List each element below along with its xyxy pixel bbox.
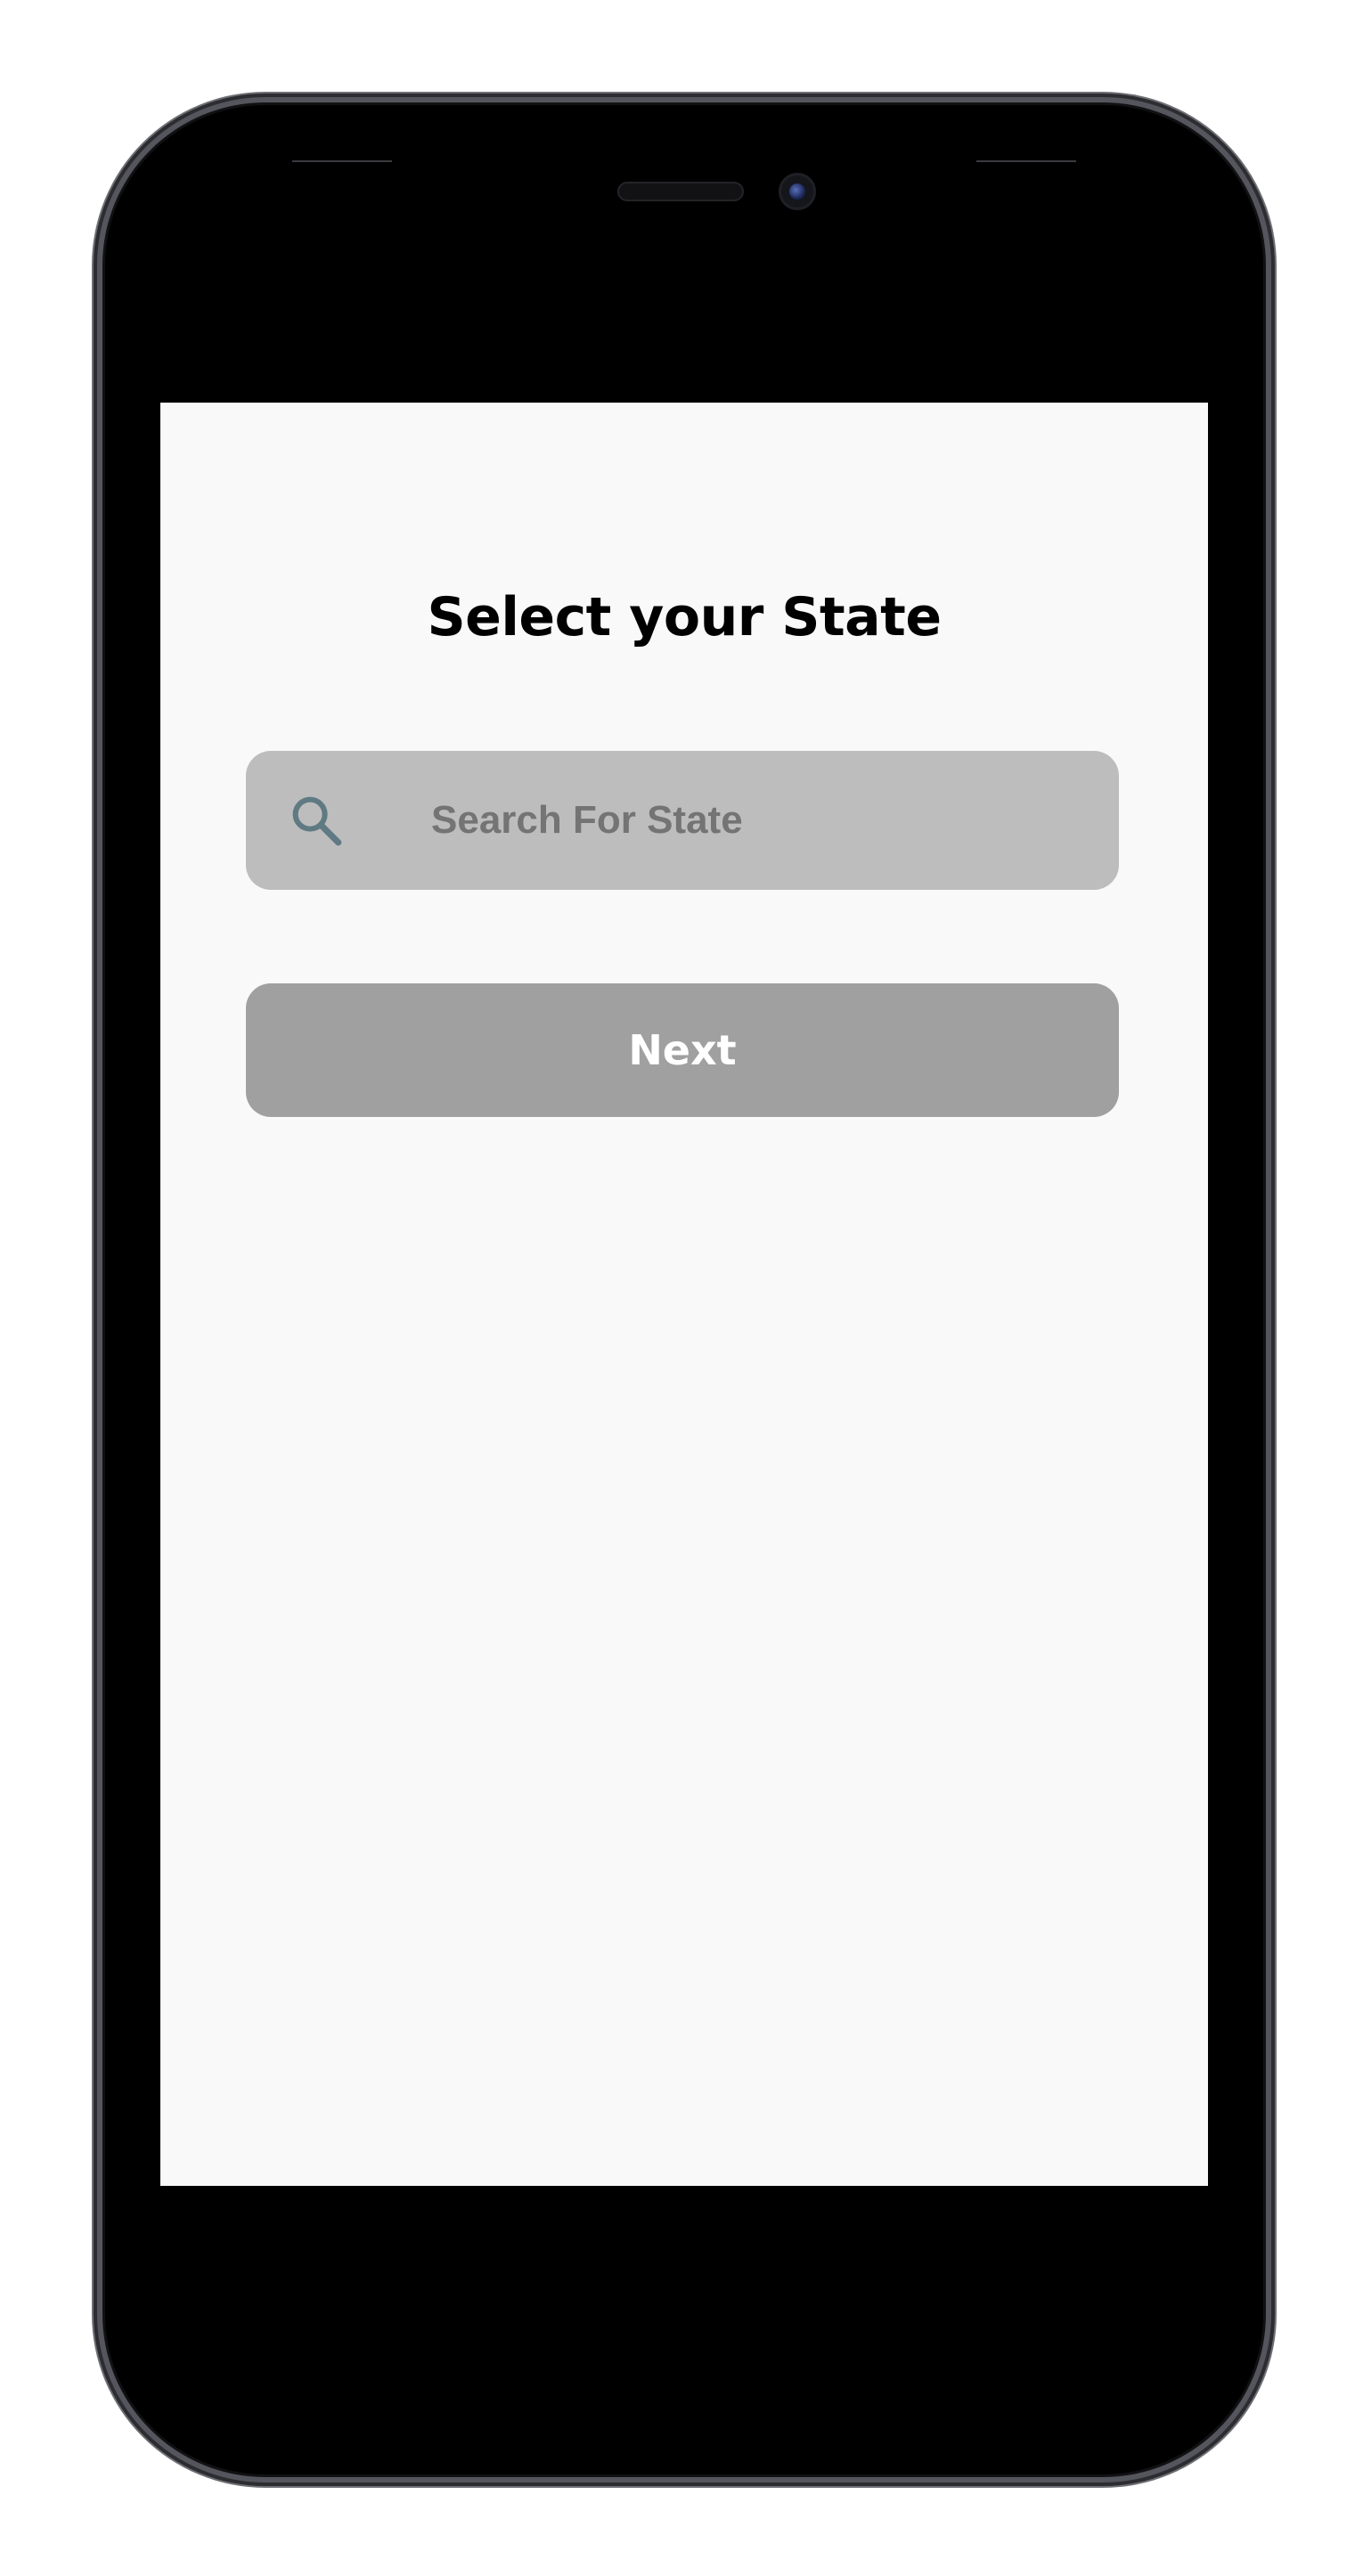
search-bar[interactable] — [246, 751, 1119, 890]
page-title: Select your State — [427, 586, 942, 648]
next-button[interactable]: Next — [246, 983, 1119, 1117]
earpiece-speaker — [617, 182, 744, 201]
search-icon — [292, 796, 342, 846]
search-input[interactable] — [431, 751, 1090, 890]
antenna-line-left — [292, 160, 392, 162]
antenna-line-right — [976, 160, 1076, 162]
front-camera-icon — [779, 173, 816, 210]
app-screen: Select your State Next — [160, 403, 1208, 2186]
